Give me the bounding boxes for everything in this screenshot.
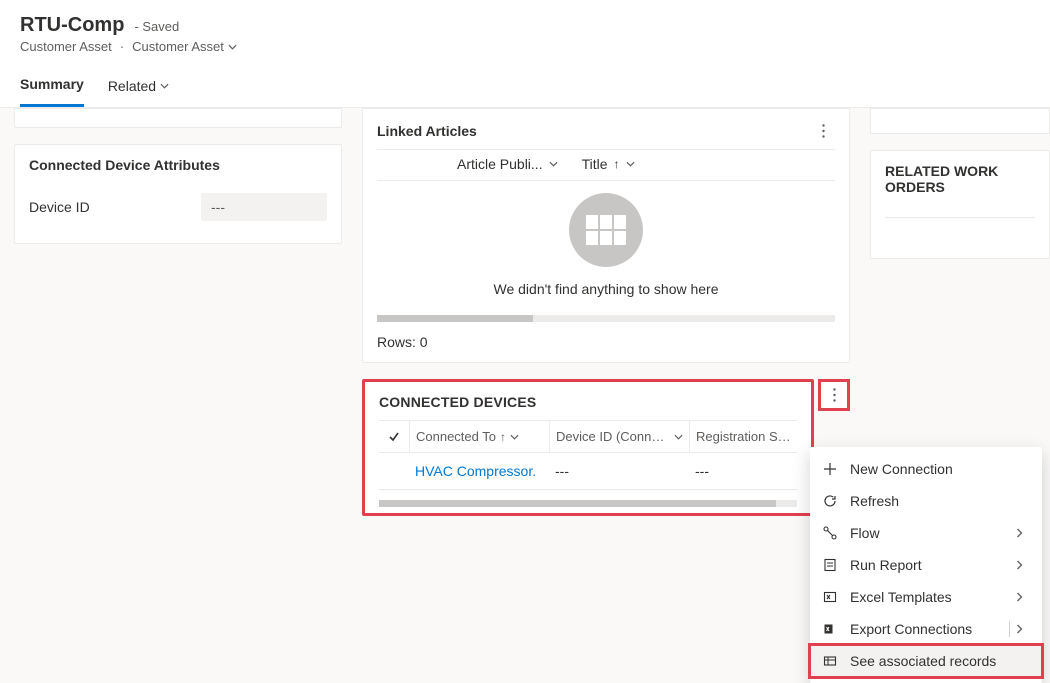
vertical-ellipsis-icon (822, 124, 825, 138)
menu-label: Refresh (850, 493, 1030, 509)
related-work-orders-card: RELATED WORK ORDERS (870, 150, 1050, 259)
connected-devices-card: CONNECTED DEVICES Connected To ↑ Device … (362, 379, 814, 516)
column-registration-status[interactable]: Registration Status (Connecte (689, 421, 797, 452)
vertical-ellipsis-icon (833, 388, 836, 402)
menu-label: See associated records (850, 653, 1030, 669)
scrollbar-thumb[interactable] (379, 500, 776, 507)
menu-label: New Connection (850, 461, 1030, 477)
device-id-field[interactable]: --- (201, 193, 327, 221)
column-title-label: Title (582, 156, 608, 172)
report-icon (822, 557, 838, 573)
menu-new-connection[interactable]: New Connection (810, 453, 1042, 485)
flow-icon (822, 525, 838, 541)
excel-export-icon (822, 621, 838, 637)
card-title: Connected Device Attributes (15, 145, 341, 181)
plus-icon (822, 461, 838, 477)
chevron-right-icon (1016, 560, 1030, 570)
chevron-down-icon (626, 161, 635, 167)
tab-related[interactable]: Related (108, 70, 169, 107)
connected-to-link[interactable]: HVAC Compressor. (409, 463, 549, 479)
form-selector-label: Customer Asset (132, 39, 224, 54)
table-row[interactable]: HVAC Compressor. --- --- (379, 453, 797, 490)
card-stub-top (14, 108, 342, 128)
sort-ascending-icon: ↑ (500, 430, 506, 444)
menu-export-connections[interactable]: Export Connections (810, 613, 1042, 645)
refresh-icon (822, 493, 838, 509)
tab-summary[interactable]: Summary (20, 70, 84, 107)
chevron-right-icon (1016, 624, 1030, 634)
horizontal-scrollbar[interactable] (377, 315, 835, 322)
horizontal-scrollbar[interactable] (379, 500, 797, 507)
separator-dot: · (120, 39, 124, 54)
menu-run-report[interactable]: Run Report (810, 549, 1042, 581)
excel-icon (822, 589, 838, 605)
column-title[interactable]: Title ↑ (582, 156, 635, 172)
menu-label: Export Connections (850, 621, 997, 637)
divider (885, 217, 1035, 218)
menu-label: Excel Templates (850, 589, 1004, 605)
linked-articles-more-button[interactable] (811, 119, 835, 143)
column-article-publi[interactable]: Article Publi... (457, 156, 558, 172)
connected-device-attributes-card: Connected Device Attributes Device ID --… (14, 144, 342, 244)
sort-ascending-icon: ↑ (614, 157, 620, 171)
chevron-down-icon (549, 161, 558, 167)
menu-label: Flow (850, 525, 1004, 541)
tab-summary-label: Summary (20, 76, 84, 92)
column-connected-to-label: Connected To (416, 429, 496, 444)
device-id-label: Device ID (29, 199, 189, 215)
chevron-down-icon (228, 44, 237, 50)
records-icon (822, 653, 838, 669)
linked-articles-card: Linked Articles Article Publi... Title ↑ (362, 108, 850, 363)
saved-indicator: - Saved (134, 19, 179, 34)
card-stub-right (870, 108, 1050, 134)
column-device-id-label: Device ID (Connecte... (556, 429, 670, 444)
menu-refresh[interactable]: Refresh (810, 485, 1042, 517)
row-device-id: --- (549, 463, 689, 479)
entity-label: Customer Asset (20, 39, 112, 54)
menu-excel-templates[interactable]: Excel Templates (810, 581, 1042, 613)
connected-devices-more-button[interactable] (818, 379, 850, 411)
rows-count: Rows: 0 (363, 322, 849, 362)
column-select-all[interactable] (379, 423, 409, 451)
row-registration-status: --- (689, 463, 797, 479)
column-connected-to[interactable]: Connected To ↑ (409, 421, 549, 452)
chevron-down-icon (160, 83, 169, 89)
divider (1009, 621, 1010, 637)
checkmark-icon (388, 431, 400, 443)
connected-devices-title: CONNECTED DEVICES (365, 382, 811, 420)
page-header: RTU-Comp - Saved Customer Asset · Custom… (0, 0, 1050, 108)
record-title: RTU-Comp (20, 14, 124, 37)
empty-message: We didn't find anything to show here (363, 281, 849, 297)
related-work-orders-title: RELATED WORK ORDERS (871, 151, 1049, 199)
linked-articles-title: Linked Articles (377, 123, 477, 139)
column-registration-status-label: Registration Status (Connecte (696, 429, 791, 444)
menu-flow[interactable]: Flow (810, 517, 1042, 549)
chevron-right-icon (1016, 528, 1030, 538)
form-selector[interactable]: Customer Asset (132, 39, 237, 54)
tab-related-label: Related (108, 78, 156, 94)
scrollbar-thumb[interactable] (377, 315, 533, 322)
chevron-down-icon (510, 434, 519, 440)
menu-label: Run Report (850, 557, 1004, 573)
column-device-id[interactable]: Device ID (Connecte... (549, 421, 689, 452)
chevron-down-icon (674, 434, 683, 440)
context-menu: New Connection Refresh Flow Run Report E… (810, 447, 1042, 683)
menu-see-associated-records[interactable]: See associated records (810, 645, 1042, 677)
chevron-right-icon (1016, 592, 1030, 602)
column-article-publi-label: Article Publi... (457, 156, 543, 172)
empty-grid-icon (569, 193, 643, 267)
